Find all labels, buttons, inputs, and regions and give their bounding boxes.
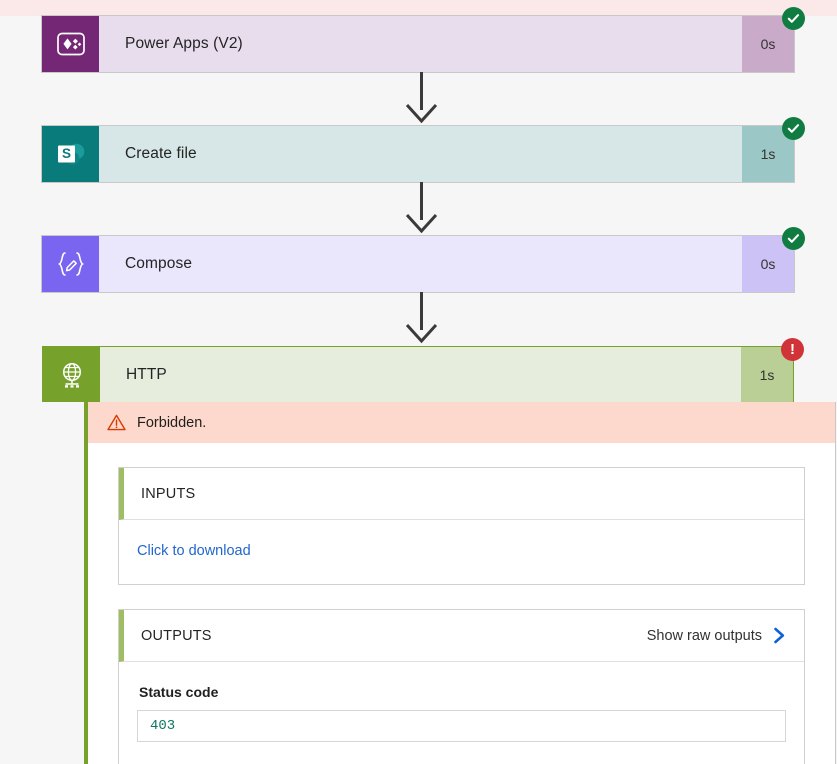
connector-arrow-3: [42, 292, 794, 346]
show-raw-outputs-link[interactable]: Show raw outputs: [647, 627, 786, 644]
step-title: Compose: [125, 255, 193, 272]
connector-arrow-2: [42, 182, 794, 236]
flow-step-power-apps[interactable]: Power Apps (V2) 0s: [42, 7, 805, 72]
step-card[interactable]: S Create file 1s: [42, 117, 805, 182]
status-code-value: 403: [137, 710, 786, 742]
inputs-section-body: Click to download: [119, 520, 804, 584]
top-pink-strip: [0, 0, 837, 16]
http-globe-icon: [43, 347, 100, 402]
status-badge-error: !: [781, 338, 804, 361]
step-card[interactable]: Compose 0s: [42, 227, 805, 292]
inputs-heading: INPUTS: [141, 485, 196, 502]
outputs-section-header: OUTPUTS Show raw outputs: [119, 610, 804, 662]
outputs-section-body: Status code 403: [119, 662, 804, 764]
http-detail-panel: Forbidden. INPUTS Click to download OUTP…: [84, 402, 836, 764]
outputs-section: OUTPUTS Show raw outputs Status code 403: [118, 609, 805, 764]
warning-triangle-icon: [107, 414, 126, 431]
step-title: HTTP: [126, 365, 167, 383]
outputs-heading: OUTPUTS: [141, 627, 212, 644]
inputs-section-header: INPUTS: [119, 468, 804, 520]
error-message: Forbidden.: [137, 414, 207, 431]
step-title: Power Apps (V2): [125, 35, 243, 52]
status-code-label: Status code: [139, 684, 219, 700]
inputs-section: INPUTS Click to download: [118, 467, 805, 585]
step-card[interactable]: Power Apps (V2) 0s: [42, 7, 805, 72]
connector-arrow-1: [42, 72, 794, 126]
svg-text:S: S: [61, 146, 70, 161]
status-badge-success: [782, 7, 805, 30]
error-banner: Forbidden.: [88, 402, 835, 443]
click-to-download-link[interactable]: Click to download: [137, 543, 251, 559]
flow-step-compose[interactable]: Compose 0s: [42, 227, 805, 292]
flow-run-page: Power Apps (V2) 0s S Create file 1s Comp…: [0, 0, 837, 764]
show-raw-outputs-label: Show raw outputs: [646, 627, 762, 644]
sharepoint-icon: S: [42, 126, 99, 182]
power-apps-icon: [42, 16, 99, 72]
arrowhead-icon: [405, 323, 438, 344]
compose-icon: [42, 236, 99, 292]
step-title: Create file: [125, 145, 197, 162]
status-badge-success: [782, 227, 805, 250]
flow-step-create-file[interactable]: S Create file 1s: [42, 117, 805, 182]
arrowhead-icon: [405, 103, 438, 124]
exclamation-icon: !: [790, 340, 795, 358]
status-badge-success: [782, 117, 805, 140]
flow-step-http[interactable]: HTTP 1s ! Forbidden. INPUTS Click to dow…: [42, 338, 836, 764]
step-card[interactable]: HTTP 1s !: [42, 338, 804, 402]
chevron-right-icon: [774, 627, 785, 644]
flow-steps-container: Power Apps (V2) 0s S Create file 1s Comp…: [0, 7, 837, 764]
arrowhead-icon: [405, 213, 438, 234]
